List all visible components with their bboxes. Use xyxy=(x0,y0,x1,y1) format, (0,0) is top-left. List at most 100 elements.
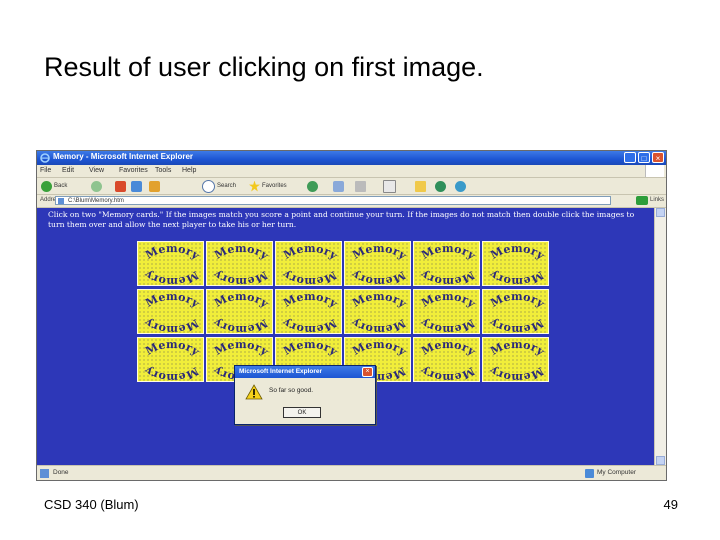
memory-card-word: Memory xyxy=(488,290,547,311)
refresh-button[interactable] xyxy=(131,180,142,192)
memory-card-word: Memory xyxy=(142,267,201,287)
forward-button[interactable] xyxy=(91,180,102,192)
refresh-icon xyxy=(131,180,142,192)
memory-card-logo: Memory Memory xyxy=(418,290,478,335)
memory-card[interactable]: Memory Memory xyxy=(482,241,549,287)
memory-card-word: Memory xyxy=(488,338,547,359)
memory-card-word: Memory xyxy=(212,338,271,359)
memory-card-word: Memory xyxy=(212,290,271,311)
memory-card-word: Memory xyxy=(350,338,409,359)
memory-card[interactable]: Memory Memory xyxy=(275,289,342,335)
favorites-button[interactable]: Favorites xyxy=(249,180,287,192)
search-icon xyxy=(202,179,215,193)
address-url: C:\Blum\Memory.htm xyxy=(68,198,124,204)
page-icon xyxy=(58,198,64,204)
memory-card-word: Memory xyxy=(280,267,339,287)
mail-button[interactable] xyxy=(333,180,344,192)
messenger-icon xyxy=(435,180,446,192)
memory-card[interactable]: Memory Memory xyxy=(344,241,411,287)
browser-window-screenshot: Memory - Microsoft Internet Explorer _ □… xyxy=(36,150,667,481)
edit-button[interactable] xyxy=(383,179,396,193)
folder-button[interactable] xyxy=(415,180,426,192)
memory-card-word: Memory xyxy=(419,338,478,359)
memory-card[interactable]: Memory Memory xyxy=(137,289,204,335)
scroll-up-arrow-icon[interactable] xyxy=(656,208,665,217)
minimize-button[interactable]: _ xyxy=(624,152,636,163)
memory-card-word: Memory xyxy=(280,315,339,335)
favorites-star-icon xyxy=(249,180,260,192)
memory-card[interactable]: Memory Memory xyxy=(413,289,480,335)
memory-card-word: Memory xyxy=(418,363,477,383)
memory-card-grid: Memory Memory Memory Memory Memory Memory Memo… xyxy=(137,241,552,383)
people-button[interactable] xyxy=(455,180,466,192)
menu-file[interactable]: File xyxy=(40,167,51,174)
memory-card[interactable]: Memory Memory xyxy=(137,241,204,287)
memory-card-word: Memory xyxy=(142,315,201,335)
memory-card-word: Memory xyxy=(143,338,202,359)
menu-tools[interactable]: Tools xyxy=(155,167,171,174)
page-number: 49 xyxy=(663,497,678,512)
memory-card-logo: Memory Memory xyxy=(349,290,409,335)
close-button[interactable]: × xyxy=(652,152,664,163)
address-bar: Address C:\Blum\Memory.htm Links xyxy=(37,195,666,208)
memory-card[interactable]: Memory Memory xyxy=(206,241,273,287)
security-zone: My Computer xyxy=(596,469,636,476)
stop-button[interactable] xyxy=(115,180,126,192)
memory-card[interactable]: Memory Memory xyxy=(413,337,480,383)
edit-icon xyxy=(383,179,396,193)
memory-card-word: Memory xyxy=(211,315,270,335)
memory-card[interactable]: Memory Memory xyxy=(206,289,273,335)
history-button[interactable] xyxy=(307,180,318,192)
people-icon xyxy=(455,180,466,192)
memory-card[interactable]: Memory Memory xyxy=(275,241,342,287)
memory-card-word: Memory xyxy=(487,315,546,335)
address-input[interactable]: C:\Blum\Memory.htm xyxy=(55,196,611,205)
memory-card[interactable]: Memory Memory xyxy=(344,289,411,335)
ie-logo-icon xyxy=(40,153,50,163)
memory-card-word: Memory xyxy=(487,267,546,287)
go-button[interactable] xyxy=(636,196,648,205)
menu-favorites[interactable]: Favorites xyxy=(119,167,148,174)
home-button[interactable] xyxy=(149,180,160,192)
memory-card-logo: Memory Memory xyxy=(211,242,271,287)
page-done-icon xyxy=(40,469,49,478)
memory-card[interactable]: Memory Memory xyxy=(482,337,549,383)
memory-card[interactable]: Memory Memory xyxy=(413,241,480,287)
memory-card-word: Memory xyxy=(211,267,270,287)
memory-card-word: Memory xyxy=(487,363,546,383)
search-button[interactable]: Search xyxy=(202,179,237,193)
print-icon xyxy=(355,180,366,192)
menu-view[interactable]: View xyxy=(89,167,104,174)
memory-card[interactable]: Memory Memory xyxy=(482,289,549,335)
stop-icon xyxy=(115,180,126,192)
memory-card-word: Memory xyxy=(349,315,408,335)
toolbar: Back Search Favorites xyxy=(37,178,666,195)
dialog-close-button[interactable]: × xyxy=(362,367,373,377)
vertical-scrollbar[interactable] xyxy=(654,208,666,465)
print-button[interactable] xyxy=(355,180,366,192)
memory-card-word: Memory xyxy=(143,242,202,263)
slide-title: Result of user clicking on first image. xyxy=(44,52,484,82)
footer-course: CSD 340 (Blum) xyxy=(44,497,139,512)
messenger-button[interactable] xyxy=(435,180,446,192)
memory-card-word: Memory xyxy=(418,315,477,335)
links-label[interactable]: Links xyxy=(650,197,664,203)
memory-card-word: Memory xyxy=(488,242,547,263)
status-bar: Done My Computer xyxy=(37,465,666,480)
memory-card[interactable]: Memory Memory xyxy=(137,337,204,383)
memory-card-logo: Memory Memory xyxy=(487,290,547,335)
dialog-titlebar: Microsoft Internet Explorer × xyxy=(235,366,375,378)
back-button[interactable]: Back xyxy=(41,180,67,192)
scroll-down-arrow-icon[interactable] xyxy=(656,456,665,465)
menu-help[interactable]: Help xyxy=(182,167,196,174)
search-label: Search xyxy=(217,183,237,189)
ok-button[interactable]: OK xyxy=(283,407,321,418)
menu-edit[interactable]: Edit xyxy=(62,167,74,174)
menubar: File Edit View Favorites Tools Help xyxy=(37,165,666,178)
windows-flag-icon xyxy=(645,165,664,177)
memory-card-logo: Memory Memory xyxy=(418,242,478,287)
back-label: Back xyxy=(54,183,68,189)
maximize-button[interactable]: □ xyxy=(638,152,650,163)
memory-card-logo: Memory Memory xyxy=(211,290,271,335)
status-text: Done xyxy=(53,469,69,476)
